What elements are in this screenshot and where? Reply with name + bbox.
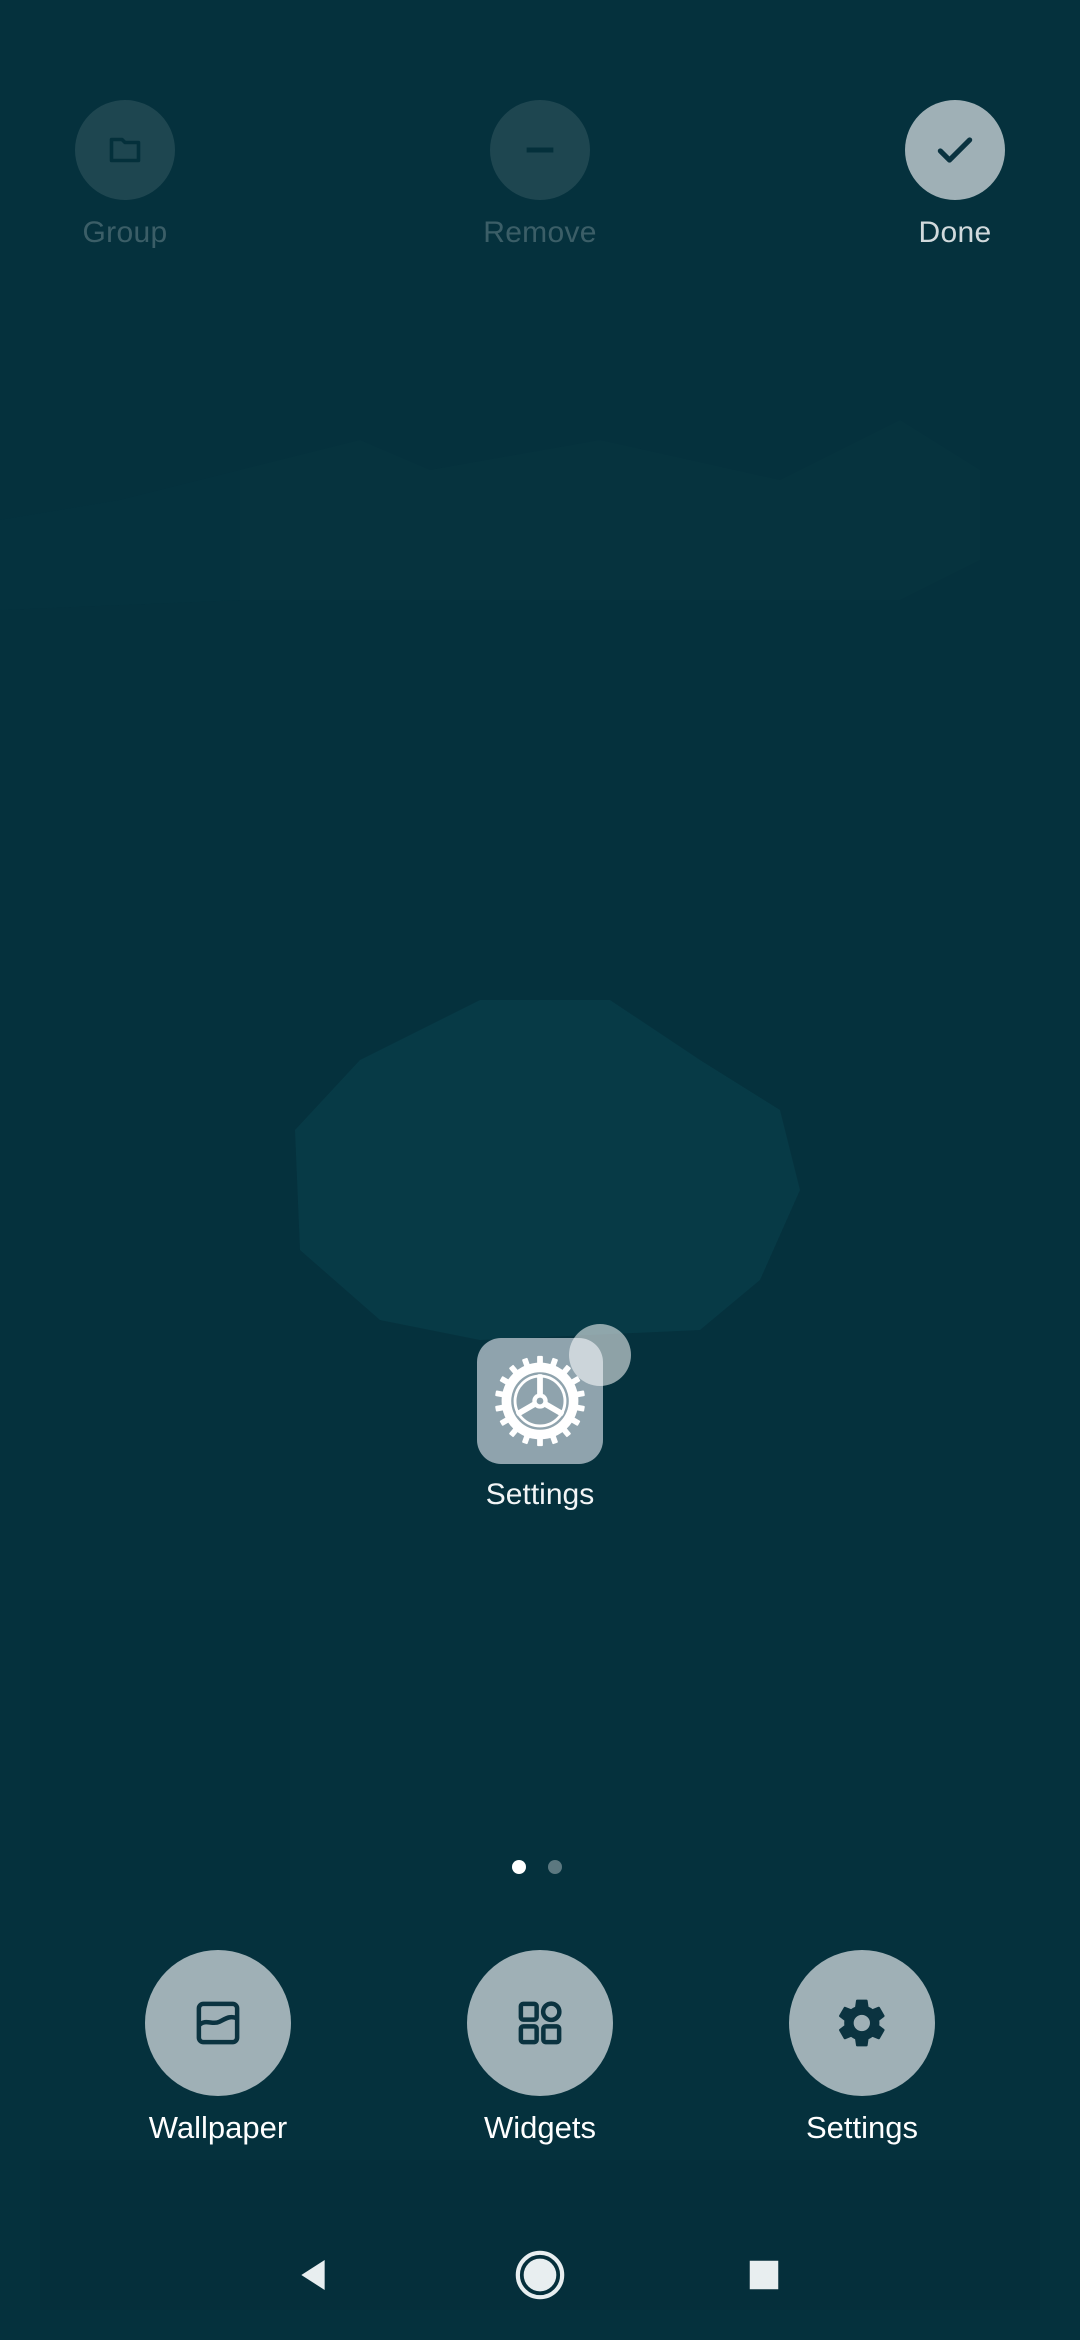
- settings-app-label: Settings: [485, 1478, 595, 1511]
- recents-button[interactable]: [729, 2240, 799, 2310]
- widgets-grid-icon: [518, 2001, 562, 2045]
- remove-action[interactable]: Remove: [440, 100, 640, 250]
- settings-app-shortcut[interactable]: Settings: [460, 1324, 631, 1512]
- widgets-button[interactable]: [467, 1950, 613, 2096]
- widgets-label: Widgets: [484, 2110, 596, 2145]
- remove-label: Remove: [483, 216, 597, 249]
- group-button[interactable]: [75, 100, 175, 200]
- back-button[interactable]: [278, 2240, 348, 2310]
- widgets-action[interactable]: Widgets: [420, 1950, 660, 2146]
- done-action[interactable]: Done: [855, 100, 1055, 250]
- wallpaper-button[interactable]: [145, 1950, 291, 2096]
- minus-icon: [526, 147, 554, 153]
- uninstall-badge[interactable]: [569, 1324, 631, 1386]
- wallpaper-action[interactable]: Wallpaper: [98, 1950, 338, 2146]
- page-dot-1[interactable]: [512, 1860, 526, 1874]
- navigation-bar: [0, 2240, 1080, 2310]
- done-label: Done: [918, 216, 992, 249]
- home-settings-action[interactable]: Settings: [742, 1950, 982, 2146]
- home-circle-icon: [515, 2250, 565, 2300]
- folder-icon: [109, 137, 141, 163]
- done-button[interactable]: [905, 100, 1005, 200]
- page-indicator: [512, 1860, 562, 1874]
- group-action[interactable]: Group: [25, 100, 225, 250]
- check-icon: [937, 137, 973, 163]
- home-button[interactable]: [505, 2240, 575, 2310]
- back-triangle-icon: [301, 2260, 325, 2290]
- wallpaper-label: Wallpaper: [148, 2110, 288, 2145]
- recents-square-icon: [749, 2260, 779, 2290]
- remove-button[interactable]: [490, 100, 590, 200]
- home-settings-label: Settings: [805, 2110, 918, 2145]
- home-settings-button[interactable]: [789, 1950, 935, 2096]
- group-label: Group: [82, 216, 168, 249]
- page-dot-2[interactable]: [548, 1860, 562, 1874]
- wallpaper-icon: [196, 2001, 240, 2045]
- gear-icon: [839, 1999, 885, 2047]
